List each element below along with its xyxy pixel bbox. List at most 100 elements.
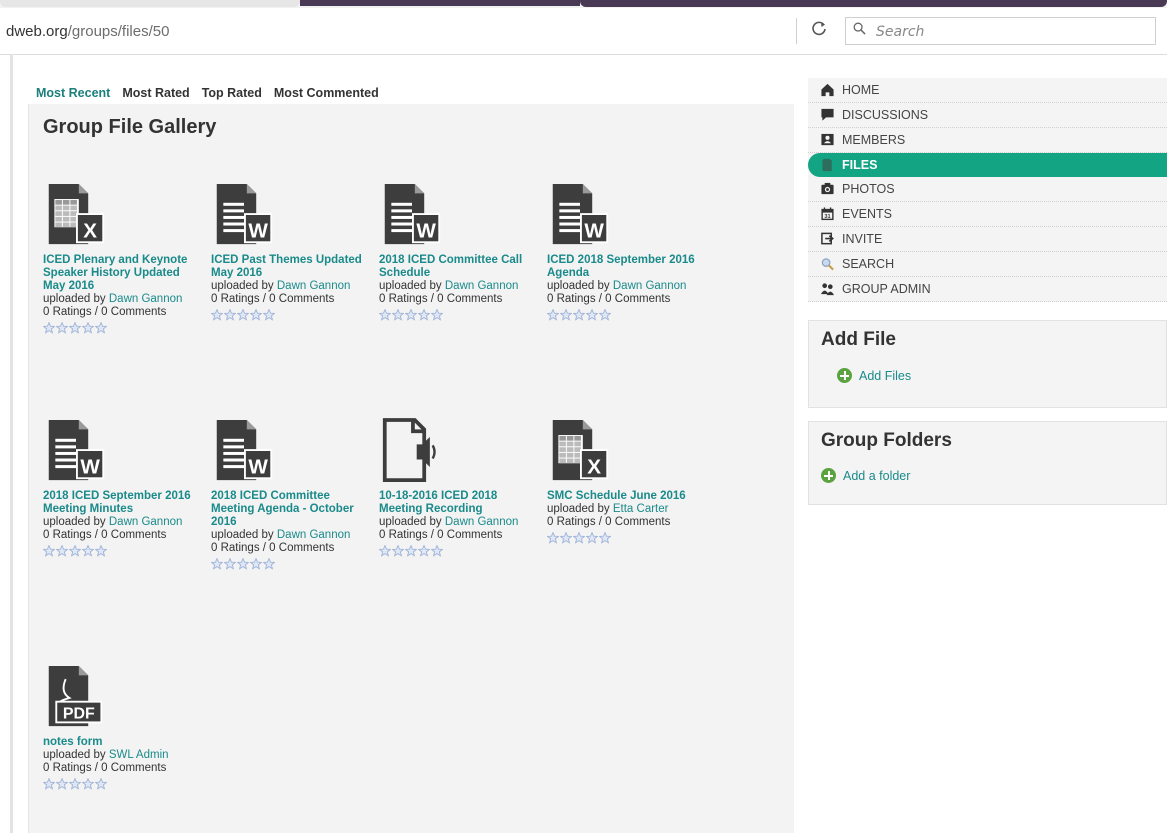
star-rating[interactable] — [43, 778, 203, 791]
file-title-link[interactable]: 10-18-2016 ICED 2018 Meeting Recording — [379, 490, 539, 516]
rating-star-icon[interactable] — [82, 322, 94, 334]
rating-star-icon[interactable] — [379, 545, 391, 557]
file-title-link[interactable]: ICED Past Themes Updated May 2016 — [211, 254, 371, 280]
rating-star-icon[interactable] — [560, 309, 572, 321]
rating-star-icon[interactable] — [43, 778, 55, 790]
tab-most-commented[interactable]: Most Commented — [274, 86, 379, 100]
rating-star-icon[interactable] — [379, 309, 391, 321]
rating-star-icon[interactable] — [224, 558, 236, 570]
rating-star-icon[interactable] — [392, 545, 404, 557]
excel-file-icon[interactable]: X — [45, 180, 107, 250]
file-title-link[interactable]: 2018 ICED Committee Call Schedule — [379, 254, 539, 280]
word-file-icon[interactable]: W — [213, 180, 275, 250]
rating-star-icon[interactable] — [405, 309, 417, 321]
file-title-link[interactable]: ICED 2018 September 2016 Agenda — [547, 254, 707, 280]
rating-star-icon[interactable] — [250, 558, 262, 570]
rating-star-icon[interactable] — [431, 309, 443, 321]
rating-star-icon[interactable] — [56, 778, 68, 790]
star-rating[interactable] — [547, 532, 707, 545]
rating-star-icon[interactable] — [263, 558, 275, 570]
sidebar-item-photos[interactable]: PHOTOS — [808, 177, 1167, 202]
browser-search-box[interactable] — [845, 17, 1156, 45]
rating-star-icon[interactable] — [95, 778, 107, 790]
browser-tab-active[interactable] — [300, 0, 580, 6]
sidebar-item-files[interactable]: FILES — [808, 153, 1167, 177]
browser-tab[interactable] — [0, 0, 300, 7]
rating-star-icon[interactable] — [224, 309, 236, 321]
rating-star-icon[interactable] — [405, 545, 417, 557]
sidebar-item-group-admin[interactable]: GROUP ADMIN — [808, 277, 1167, 302]
star-rating[interactable] — [211, 558, 371, 571]
rating-star-icon[interactable] — [211, 558, 223, 570]
tab-most-recent[interactable]: Most Recent — [36, 86, 110, 100]
rating-star-icon[interactable] — [250, 309, 262, 321]
sidebar-item-events[interactable]: 31 EVENTS — [808, 202, 1167, 227]
rating-star-icon[interactable] — [237, 309, 249, 321]
tab-top-rated[interactable]: Top Rated — [202, 86, 262, 100]
word-file-icon[interactable]: W — [213, 416, 275, 486]
file-title-link[interactable]: ICED Plenary and Keynote Speaker History… — [43, 254, 203, 293]
star-rating[interactable] — [379, 309, 539, 322]
star-rating[interactable] — [43, 322, 203, 335]
rating-star-icon[interactable] — [82, 778, 94, 790]
uploader-link[interactable]: Dawn Gannon — [613, 280, 687, 292]
excel-file-icon[interactable]: X — [549, 416, 611, 486]
star-rating[interactable] — [379, 545, 539, 558]
rating-star-icon[interactable] — [392, 309, 404, 321]
file-title-link[interactable]: SMC Schedule June 2016 — [547, 490, 707, 503]
rating-star-icon[interactable] — [95, 545, 107, 557]
rating-star-icon[interactable] — [560, 532, 572, 544]
star-rating[interactable] — [43, 545, 203, 558]
uploader-link[interactable]: Dawn Gannon — [445, 280, 519, 292]
rating-star-icon[interactable] — [43, 322, 55, 334]
file-title-link[interactable]: 2018 ICED September 2016 Meeting Minutes — [43, 490, 203, 516]
rating-star-icon[interactable] — [56, 322, 68, 334]
star-rating[interactable] — [547, 309, 707, 322]
rating-star-icon[interactable] — [237, 558, 249, 570]
rating-star-icon[interactable] — [69, 322, 81, 334]
audio-file-icon[interactable] — [381, 416, 443, 486]
sidebar-item-home[interactable]: HOME — [808, 78, 1167, 103]
star-rating[interactable] — [211, 309, 371, 322]
rating-star-icon[interactable] — [69, 778, 81, 790]
uploader-link[interactable]: Dawn Gannon — [109, 516, 183, 528]
rating-star-icon[interactable] — [418, 545, 430, 557]
url-field[interactable]: dweb.org/groups/files/50 — [6, 23, 169, 40]
rating-star-icon[interactable] — [573, 532, 585, 544]
file-title-link[interactable]: notes form — [43, 736, 203, 749]
add-files-link[interactable]: Add Files — [837, 368, 911, 383]
rating-star-icon[interactable] — [263, 309, 275, 321]
sidebar-item-invite[interactable]: INVITE — [808, 227, 1167, 252]
sidebar-item-search[interactable]: SEARCH — [808, 252, 1167, 277]
uploader-link[interactable]: Etta Carter — [613, 503, 669, 515]
uploader-link[interactable]: Dawn Gannon — [277, 529, 351, 541]
sidebar-item-discussions[interactable]: DISCUSSIONS — [808, 103, 1167, 128]
rating-star-icon[interactable] — [69, 545, 81, 557]
rating-star-icon[interactable] — [547, 309, 559, 321]
rating-star-icon[interactable] — [43, 545, 55, 557]
rating-star-icon[interactable] — [599, 309, 611, 321]
rating-star-icon[interactable] — [547, 532, 559, 544]
word-file-icon[interactable]: W — [381, 180, 443, 250]
rating-star-icon[interactable] — [599, 532, 611, 544]
rating-star-icon[interactable] — [82, 545, 94, 557]
rating-star-icon[interactable] — [586, 309, 598, 321]
rating-star-icon[interactable] — [573, 309, 585, 321]
uploader-link[interactable]: Dawn Gannon — [445, 516, 519, 528]
uploader-link[interactable]: Dawn Gannon — [109, 293, 183, 305]
search-input[interactable] — [874, 21, 1148, 43]
add-folder-link[interactable]: Add a folder — [821, 468, 910, 483]
pdf-file-icon[interactable]: PDF — [45, 662, 107, 732]
rating-star-icon[interactable] — [418, 309, 430, 321]
rating-star-icon[interactable] — [211, 309, 223, 321]
tab-most-rated[interactable]: Most Rated — [122, 86, 189, 100]
rating-star-icon[interactable] — [431, 545, 443, 557]
sidebar-item-members[interactable]: MEMBERS — [808, 128, 1167, 153]
rating-star-icon[interactable] — [586, 532, 598, 544]
rating-star-icon[interactable] — [56, 545, 68, 557]
word-file-icon[interactable]: W — [45, 416, 107, 486]
uploader-link[interactable]: Dawn Gannon — [277, 280, 351, 292]
file-title-link[interactable]: 2018 ICED Committee Meeting Agenda - Oct… — [211, 490, 371, 529]
rating-star-icon[interactable] — [95, 322, 107, 334]
reload-button[interactable] — [808, 20, 830, 42]
